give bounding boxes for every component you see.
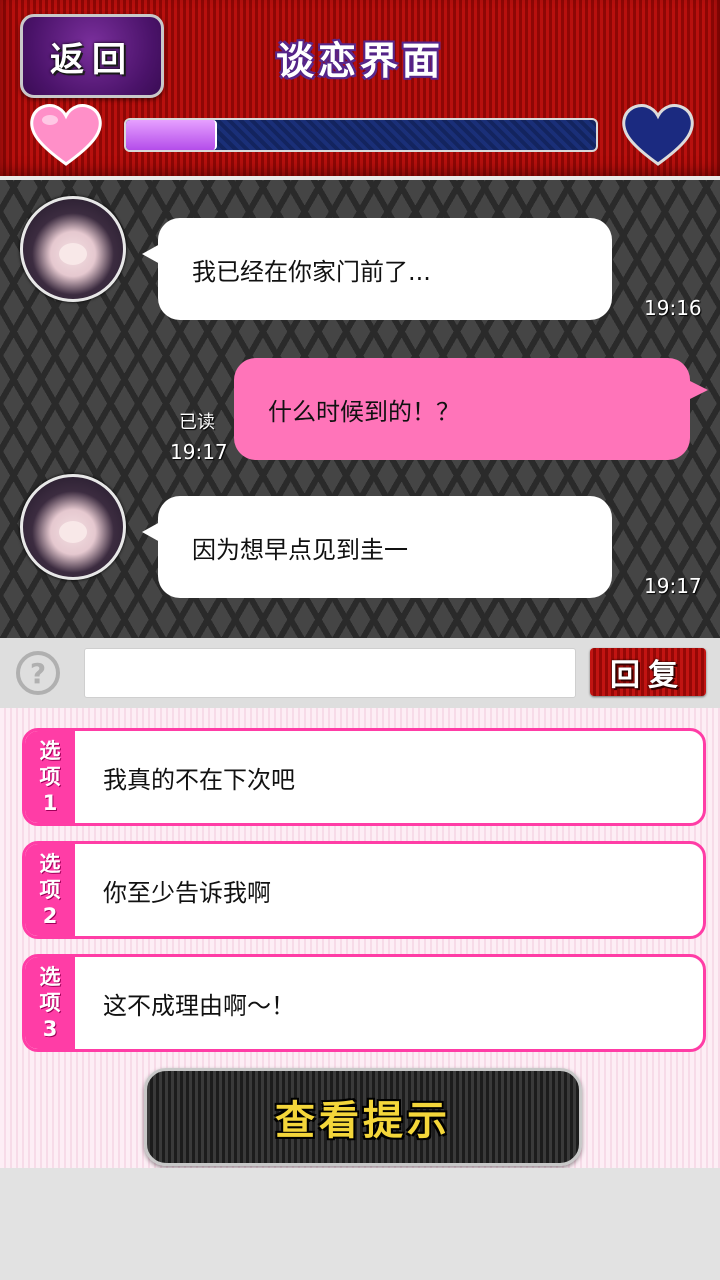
reply-input[interactable]: [84, 648, 576, 698]
option-tag-number: 2: [42, 904, 58, 928]
message-text-2: 什么时候到的！？: [268, 397, 460, 426]
girl-avatar[interactable]: [20, 474, 126, 580]
chat-area[interactable]: 我已经在你家门前了... 19:16 已读 19:17 什么时候到的！？ 因为想…: [0, 180, 720, 638]
message-time-3: 19:17: [644, 574, 702, 598]
read-label: 已读: [179, 412, 215, 433]
option-tag-1: 选 项 1: [25, 731, 75, 823]
option-tag-char: 项: [39, 878, 61, 902]
option-text-3: 这不成理由啊～！: [103, 991, 295, 1020]
message-bubble-2: 什么时候到的！？: [234, 358, 708, 460]
message-time-1: 19:16: [644, 296, 702, 320]
affection-progress-bar: [124, 118, 598, 152]
option-tag-number: 1: [42, 791, 58, 815]
option-tag-number: 3: [42, 1017, 58, 1041]
message-time-2: 19:17: [170, 440, 228, 464]
header-bar: 返回 谈恋界面: [0, 0, 720, 180]
message-bubble-1: 我已经在你家门前了...: [142, 218, 612, 320]
option-tag-char: 选: [39, 965, 61, 989]
girl-avatar[interactable]: [20, 196, 126, 302]
option-tag-char: 项: [39, 765, 61, 789]
option-3[interactable]: 选 项 3 这不成理由啊～！: [22, 954, 706, 1052]
option-tag-2: 选 项 2: [25, 844, 75, 936]
bottom-blank-area: [0, 1168, 720, 1280]
option-tag-char: 选: [39, 739, 61, 763]
view-hint-button[interactable]: 查看提示: [144, 1068, 582, 1166]
help-icon[interactable]: ?: [16, 651, 60, 695]
option-text-2: 你至少告诉我啊: [103, 878, 271, 907]
heart-pink-icon: [30, 104, 102, 166]
message-text-3: 因为想早点见到圭一: [192, 535, 408, 564]
heart-navy-icon: [622, 104, 694, 166]
reply-button[interactable]: 回复: [590, 648, 706, 696]
back-button[interactable]: 返回: [20, 14, 164, 98]
option-2[interactable]: 选 项 2 你至少告诉我啊: [22, 841, 706, 939]
option-tag-3: 选 项 3: [25, 957, 75, 1049]
page-title: 谈恋界面: [275, 39, 444, 83]
read-status: 已读 19:17: [170, 408, 228, 464]
option-tag-char: 项: [39, 991, 61, 1015]
message-text-1: 我已经在你家门前了...: [192, 257, 431, 286]
affection-progress-fill: [126, 120, 218, 150]
option-1[interactable]: 选 项 1 我真的不在下次吧: [22, 728, 706, 826]
option-tag-char: 选: [39, 852, 61, 876]
option-text-1: 我真的不在下次吧: [103, 765, 295, 794]
message-bubble-3: 因为想早点见到圭一: [142, 496, 612, 598]
reply-input-row: ? 回复: [0, 638, 720, 708]
